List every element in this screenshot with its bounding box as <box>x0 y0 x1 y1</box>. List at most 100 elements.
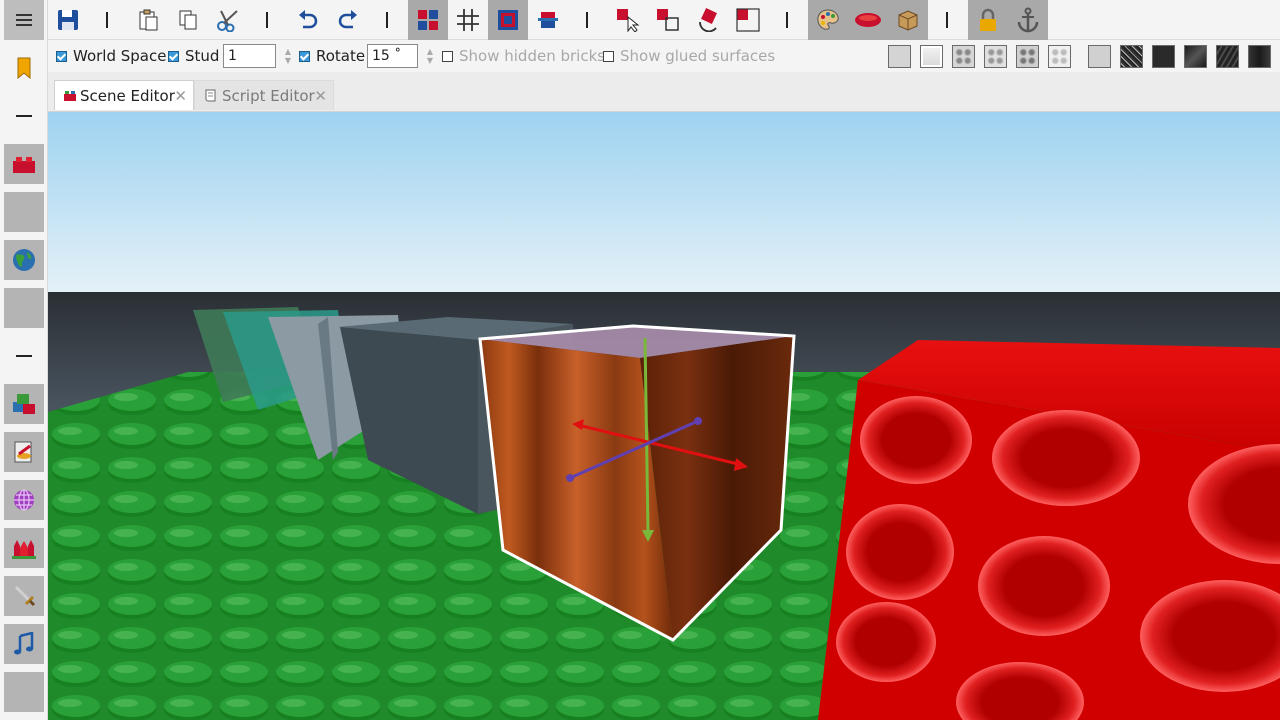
globe-icon <box>13 249 35 271</box>
paste-button[interactable] <box>128 0 168 40</box>
redo-button[interactable] <box>328 0 368 40</box>
rotate-toggle[interactable]: Rotate <box>299 40 365 72</box>
stud-checkbox[interactable] <box>168 50 179 62</box>
network-button[interactable] <box>4 480 44 520</box>
close-icon[interactable]: ✕ <box>174 87 187 105</box>
swatch-dark-rough[interactable] <box>1216 45 1239 68</box>
swatch-concrete[interactable] <box>1088 45 1111 68</box>
resize-button[interactable] <box>648 0 688 40</box>
network-icon <box>14 489 34 511</box>
rotate-input[interactable]: 15 ˚ ▲ ▼ <box>367 44 433 68</box>
show-glued-toggle[interactable]: Show glued surfaces <box>603 40 775 72</box>
scene-viewport[interactable] <box>48 112 1280 720</box>
paint-button[interactable] <box>4 432 44 472</box>
select-bricks-button[interactable] <box>408 0 448 40</box>
swatch-studs-b[interactable] <box>984 45 1007 68</box>
toolbar-separator <box>786 0 788 40</box>
swatch-dark-metal[interactable] <box>1184 45 1207 68</box>
world-space-checkbox[interactable] <box>56 50 67 62</box>
sword-button[interactable] <box>4 576 44 616</box>
anchor-button[interactable] <box>1008 0 1048 40</box>
stud-spinner-arrows[interactable]: ▲ ▼ <box>285 47 291 65</box>
save-button[interactable] <box>48 0 88 40</box>
editor-tabs: Scene Editor ✕ Script Editor ✕ <box>48 72 1280 112</box>
stud-label: Stud <box>185 47 220 65</box>
paste-icon <box>139 9 158 31</box>
tab-scene-editor[interactable]: Scene Editor ✕ <box>54 80 194 110</box>
swatch-studs-c[interactable] <box>1016 45 1039 68</box>
swatch-dark-brushed[interactable] <box>1248 45 1271 68</box>
tool-sidebar <box>0 0 48 720</box>
brick-frame-button[interactable] <box>728 0 768 40</box>
gizmo-z-handle[interactable] <box>694 417 702 425</box>
anchor-icon <box>1017 7 1039 33</box>
sidebar-separator <box>4 336 44 376</box>
swatch-studs-d[interactable] <box>1048 45 1071 68</box>
tab-label: Scene Editor <box>80 86 175 105</box>
main-toolbar <box>0 0 1280 40</box>
toolbar-separator <box>386 0 388 40</box>
blocks-button[interactable] <box>4 384 44 424</box>
save-icon <box>58 10 78 30</box>
material-icon <box>855 13 881 27</box>
toolbar-separator <box>106 0 108 40</box>
show-glued-checkbox[interactable] <box>603 50 614 62</box>
empty-slot-button[interactable] <box>4 192 44 232</box>
scene-brick-icon <box>64 90 76 101</box>
swatch-plastic[interactable] <box>888 45 911 68</box>
lock-button[interactable] <box>968 0 1008 40</box>
undo-button[interactable] <box>288 0 328 40</box>
tab-script-editor[interactable]: Script Editor ✕ <box>194 80 334 110</box>
select-bricks-icon <box>418 10 438 30</box>
swatch-marble[interactable] <box>1120 45 1143 68</box>
world-space-toggle[interactable]: World Space <box>56 40 166 72</box>
texture-box-button[interactable] <box>888 0 928 40</box>
cut-button[interactable] <box>208 0 248 40</box>
music-button[interactable] <box>4 624 44 664</box>
grid-button[interactable] <box>448 0 488 40</box>
menu-toggle-button[interactable] <box>4 0 44 40</box>
group-button[interactable] <box>488 0 528 40</box>
material-button[interactable] <box>848 0 888 40</box>
lock-icon <box>980 8 996 31</box>
paint-palette-button[interactable] <box>808 0 848 40</box>
cut-icon <box>217 10 238 32</box>
move-icon <box>538 12 558 28</box>
move-button[interactable] <box>528 0 568 40</box>
bookmark-button[interactable] <box>4 48 44 88</box>
swatch-dark-plain[interactable] <box>1152 45 1175 68</box>
show-hidden-checkbox[interactable] <box>442 50 453 62</box>
bookmark-icon <box>17 57 31 79</box>
rotate-button[interactable] <box>688 0 728 40</box>
empty-slot-button[interactable] <box>4 672 44 712</box>
sky <box>48 112 1280 297</box>
rotate-value: 15 ˚ <box>372 48 402 64</box>
sidebar-separator <box>4 96 44 136</box>
redo-icon <box>338 10 357 29</box>
close-icon[interactable]: ✕ <box>314 87 327 105</box>
show-hidden-toggle[interactable]: Show hidden bricks <box>442 40 605 72</box>
gizmo-z-handle-back[interactable] <box>566 474 574 482</box>
show-glued-label: Show glued surfaces <box>620 47 776 65</box>
stud-input[interactable]: 1 ▲ ▼ <box>223 44 291 68</box>
rotate-spinner-arrows[interactable]: ▲ ▼ <box>427 47 433 65</box>
red-brick-stud <box>992 410 1140 506</box>
red-brick-stud <box>978 536 1110 636</box>
swatch-studs-a[interactable] <box>952 45 975 68</box>
red-brick-stud <box>836 602 936 682</box>
undo-icon <box>299 10 318 29</box>
swatch-smooth[interactable] <box>920 45 943 68</box>
menu-icon <box>16 14 32 26</box>
stud-toggle[interactable]: Stud <box>168 40 219 72</box>
scene-canvas[interactable] <box>48 112 1280 720</box>
copy-button[interactable] <box>168 0 208 40</box>
select-cursor-button[interactable] <box>608 0 648 40</box>
toolbar-separator <box>946 0 948 40</box>
sword-icon <box>14 585 36 607</box>
brick-button[interactable] <box>4 144 44 184</box>
castle-button[interactable] <box>4 528 44 568</box>
globe-button[interactable] <box>4 240 44 280</box>
empty-slot-button[interactable] <box>4 288 44 328</box>
rotate-checkbox[interactable] <box>299 50 310 62</box>
resize-icon <box>657 9 679 31</box>
